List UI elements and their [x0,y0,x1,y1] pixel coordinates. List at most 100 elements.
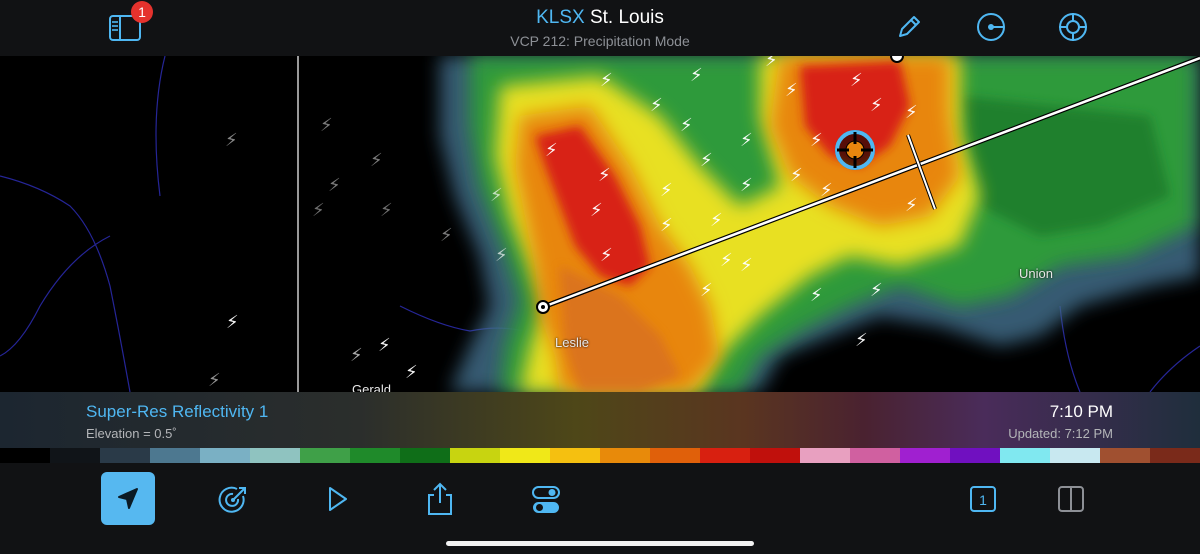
radar-sweep-button[interactable] [217,484,249,516]
lightning-icon: ⚡ [350,345,363,366]
play-button[interactable] [322,484,352,514]
lightning-icon: ⚡ [850,70,863,91]
lightning-icon: ⚡ [690,65,703,86]
settings-toggle-icon [532,486,560,513]
color-scale-swatch [100,448,150,463]
lightning-icon: ⚡ [545,140,558,161]
lightning-icon: ⚡ [700,280,713,301]
pencil-icon [899,16,920,37]
reflectivity-color-scale [0,448,1200,463]
lightning-icon: ⚡ [720,250,733,271]
lightning-icon: ⚡ [490,185,503,206]
lightning-icon: ⚡ [312,200,325,221]
target-crosshair-marker [835,130,875,170]
split-pane-button[interactable] [1057,485,1085,513]
lightning-icon: ⚡ [785,80,798,101]
crosshair-target-icon [1059,13,1087,41]
color-scale-swatch [1100,448,1150,463]
single-pane-button[interactable]: 1 [969,485,997,513]
product-name[interactable]: Super-Res Reflectivity 1 [86,402,268,422]
share-icon [428,482,452,515]
lightning-icon: ⚡ [378,335,391,356]
lightning-icon: ⚡ [320,115,333,136]
lightning-icon: ⚡ [495,245,508,266]
lightning-icon: ⚡ [740,175,753,196]
lightning-icon: ⚡ [440,225,453,246]
color-scale-swatch [1000,448,1050,463]
station-title[interactable]: KLSX St. Louis [0,7,1200,29]
lightning-icon: ⚡ [370,150,383,171]
lightning-icon: ⚡ [810,130,823,151]
elevation-label: Elevation = 0.5˚ [86,426,177,441]
station-name: St. Louis [589,7,664,28]
lightning-icon: ⚡ [905,195,918,216]
play-icon [329,487,347,511]
color-scale-swatch [750,448,800,463]
color-scale-swatch [600,448,650,463]
vcp-mode: VCP 212: Precipitation Mode [510,33,690,49]
color-scale-swatch [0,448,50,463]
product-info-bar[interactable]: Super-Res Reflectivity 1 Elevation = 0.5… [0,392,1200,448]
radar-layer: ⚡ ⚡ ⚡ ⚡ ⚡ ⚡ ⚡ ⚡ ⚡ ⚡ ⚡ ⚡ ⚡ ⚡ ⚡ ⚡ ⚡ ⚡ ⚡ ⚡ … [0,56,1200,392]
color-scale-swatch [550,448,600,463]
color-scale-swatch [800,448,850,463]
share-button[interactable] [424,481,456,517]
crosshair-button[interactable] [1057,11,1089,43]
color-scale-swatch [250,448,300,463]
split-pane-icon [1058,486,1084,512]
lightning-icon: ⚡ [905,102,918,123]
lightning-icon: ⚡ [660,215,673,236]
lightning-icon: ⚡ [855,330,868,351]
lightning-icon: ⚡ [590,200,603,221]
lightning-icon: ⚡ [870,95,883,116]
color-scale-swatch [650,448,700,463]
updated-time: Updated: 7:12 PM [1008,426,1113,441]
lightning-icon: ⚡ [225,130,238,151]
draw-button[interactable] [894,12,924,42]
place-label-leslie: Leslie [555,335,589,350]
lightning-icon: ⚡ [740,130,753,151]
color-scale-swatch [50,448,100,463]
lightning-icon: ⚡ [870,280,883,301]
lightning-icon: ⚡ [328,175,341,196]
place-label-union: Union [1019,266,1053,281]
single-pane-icon: 1 [970,486,996,512]
color-scale-swatch [200,448,250,463]
color-scale-swatch [450,448,500,463]
single-pane-label: 1 [979,492,987,508]
lightning-icon: ⚡ [405,362,418,383]
location-button[interactable] [101,472,155,525]
color-scale-swatch [400,448,450,463]
lightning-icon: ⚡ [700,150,713,171]
lightning-icon: ⚡ [650,95,663,116]
color-scale-swatch [1050,448,1100,463]
color-scale-swatch [700,448,750,463]
lightning-icon: ⚡ [600,245,613,266]
color-scale-swatch [850,448,900,463]
center-radar-icon [977,13,1005,41]
lightning-icon: ⚡ [680,115,693,136]
lightning-icon: ⚡ [208,370,221,391]
radar-sweep-icon [218,486,246,513]
color-scale-swatch [1150,448,1200,463]
lightning-icon: ⚡ [790,165,803,186]
color-scale-swatch [900,448,950,463]
radar-map[interactable]: ⚡ ⚡ ⚡ ⚡ ⚡ ⚡ ⚡ ⚡ ⚡ ⚡ ⚡ ⚡ ⚡ ⚡ ⚡ ⚡ ⚡ ⚡ ⚡ ⚡ … [0,56,1200,392]
center-radar-button[interactable] [975,11,1007,43]
place-label-gerald: Gerald [352,382,392,392]
lightning-icon: ⚡ [600,70,613,91]
top-bar: 1 KLSX St. Louis VCP 212: Precipitation … [0,0,1200,56]
cross-section-end-handle [890,56,904,63]
color-scale-swatch [500,448,550,463]
bottom-toolbar: 1 [0,463,1200,554]
lightning-icon: ⚡ [226,312,239,333]
color-scale-swatch [300,448,350,463]
lightning-icon: ⚡ [810,285,823,306]
reflectivity-echoes [440,56,1200,392]
lightning-icon: ⚡ [598,165,611,186]
settings-toggle-button[interactable] [530,484,562,516]
color-scale-swatch [350,448,400,463]
station-id: KLSX [536,7,585,28]
home-indicator[interactable] [446,541,754,546]
location-arrow-icon [118,487,138,509]
